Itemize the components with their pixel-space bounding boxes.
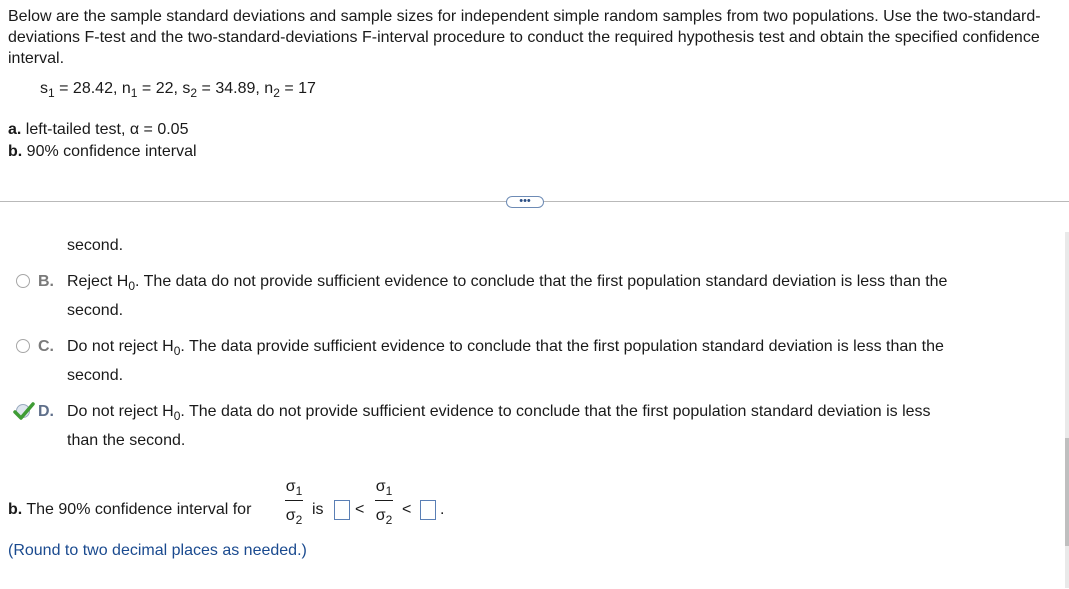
radio-button-b[interactable]: [16, 274, 30, 288]
option-text: Reject H0. The data do not provide suffi…: [67, 273, 948, 319]
sigma-ratio-fraction: σ1 σ2: [285, 478, 303, 527]
option-letter: D.: [38, 403, 54, 420]
rounding-hint: (Round to two decimal places as needed.): [8, 542, 307, 559]
parts-list: a. left-tailed test, α = 0.05 b. 90% con…: [8, 119, 197, 163]
is-text: is: [312, 501, 324, 518]
more-button[interactable]: •••: [506, 196, 544, 208]
option-text: Do not reject H0. The data provide suffi…: [67, 338, 944, 384]
lower-bound-input[interactable]: [334, 500, 350, 520]
less-than-1: <: [355, 501, 365, 518]
part-b-prompt: b. The 90% confidence interval for: [8, 501, 252, 518]
sigma-ratio-fraction-2: σ1 σ2: [375, 478, 393, 527]
scrollbar-thumb[interactable]: [1065, 438, 1069, 546]
period: .: [440, 501, 445, 518]
correct-check-icon: [13, 402, 35, 420]
question-intro: Below are the sample standard deviations…: [8, 8, 1041, 67]
given-values: s1 = 28.42, n1 = 22, s2 = 34.89, n2 = 17: [40, 80, 316, 100]
part-b: b. 90% confidence interval: [8, 143, 197, 160]
radio-button-c[interactable]: [16, 339, 30, 353]
part-b-question: b. The 90% confidence interval for σ1 σ2…: [8, 470, 708, 540]
less-than-2: <: [402, 501, 412, 518]
option-letter: B.: [38, 273, 54, 290]
option-text: Do not reject H0. The data do not provid…: [67, 403, 931, 449]
part-a: a. left-tailed test, α = 0.05: [8, 121, 189, 138]
upper-bound-input[interactable]: [420, 500, 436, 520]
option-letter: C.: [38, 338, 54, 355]
